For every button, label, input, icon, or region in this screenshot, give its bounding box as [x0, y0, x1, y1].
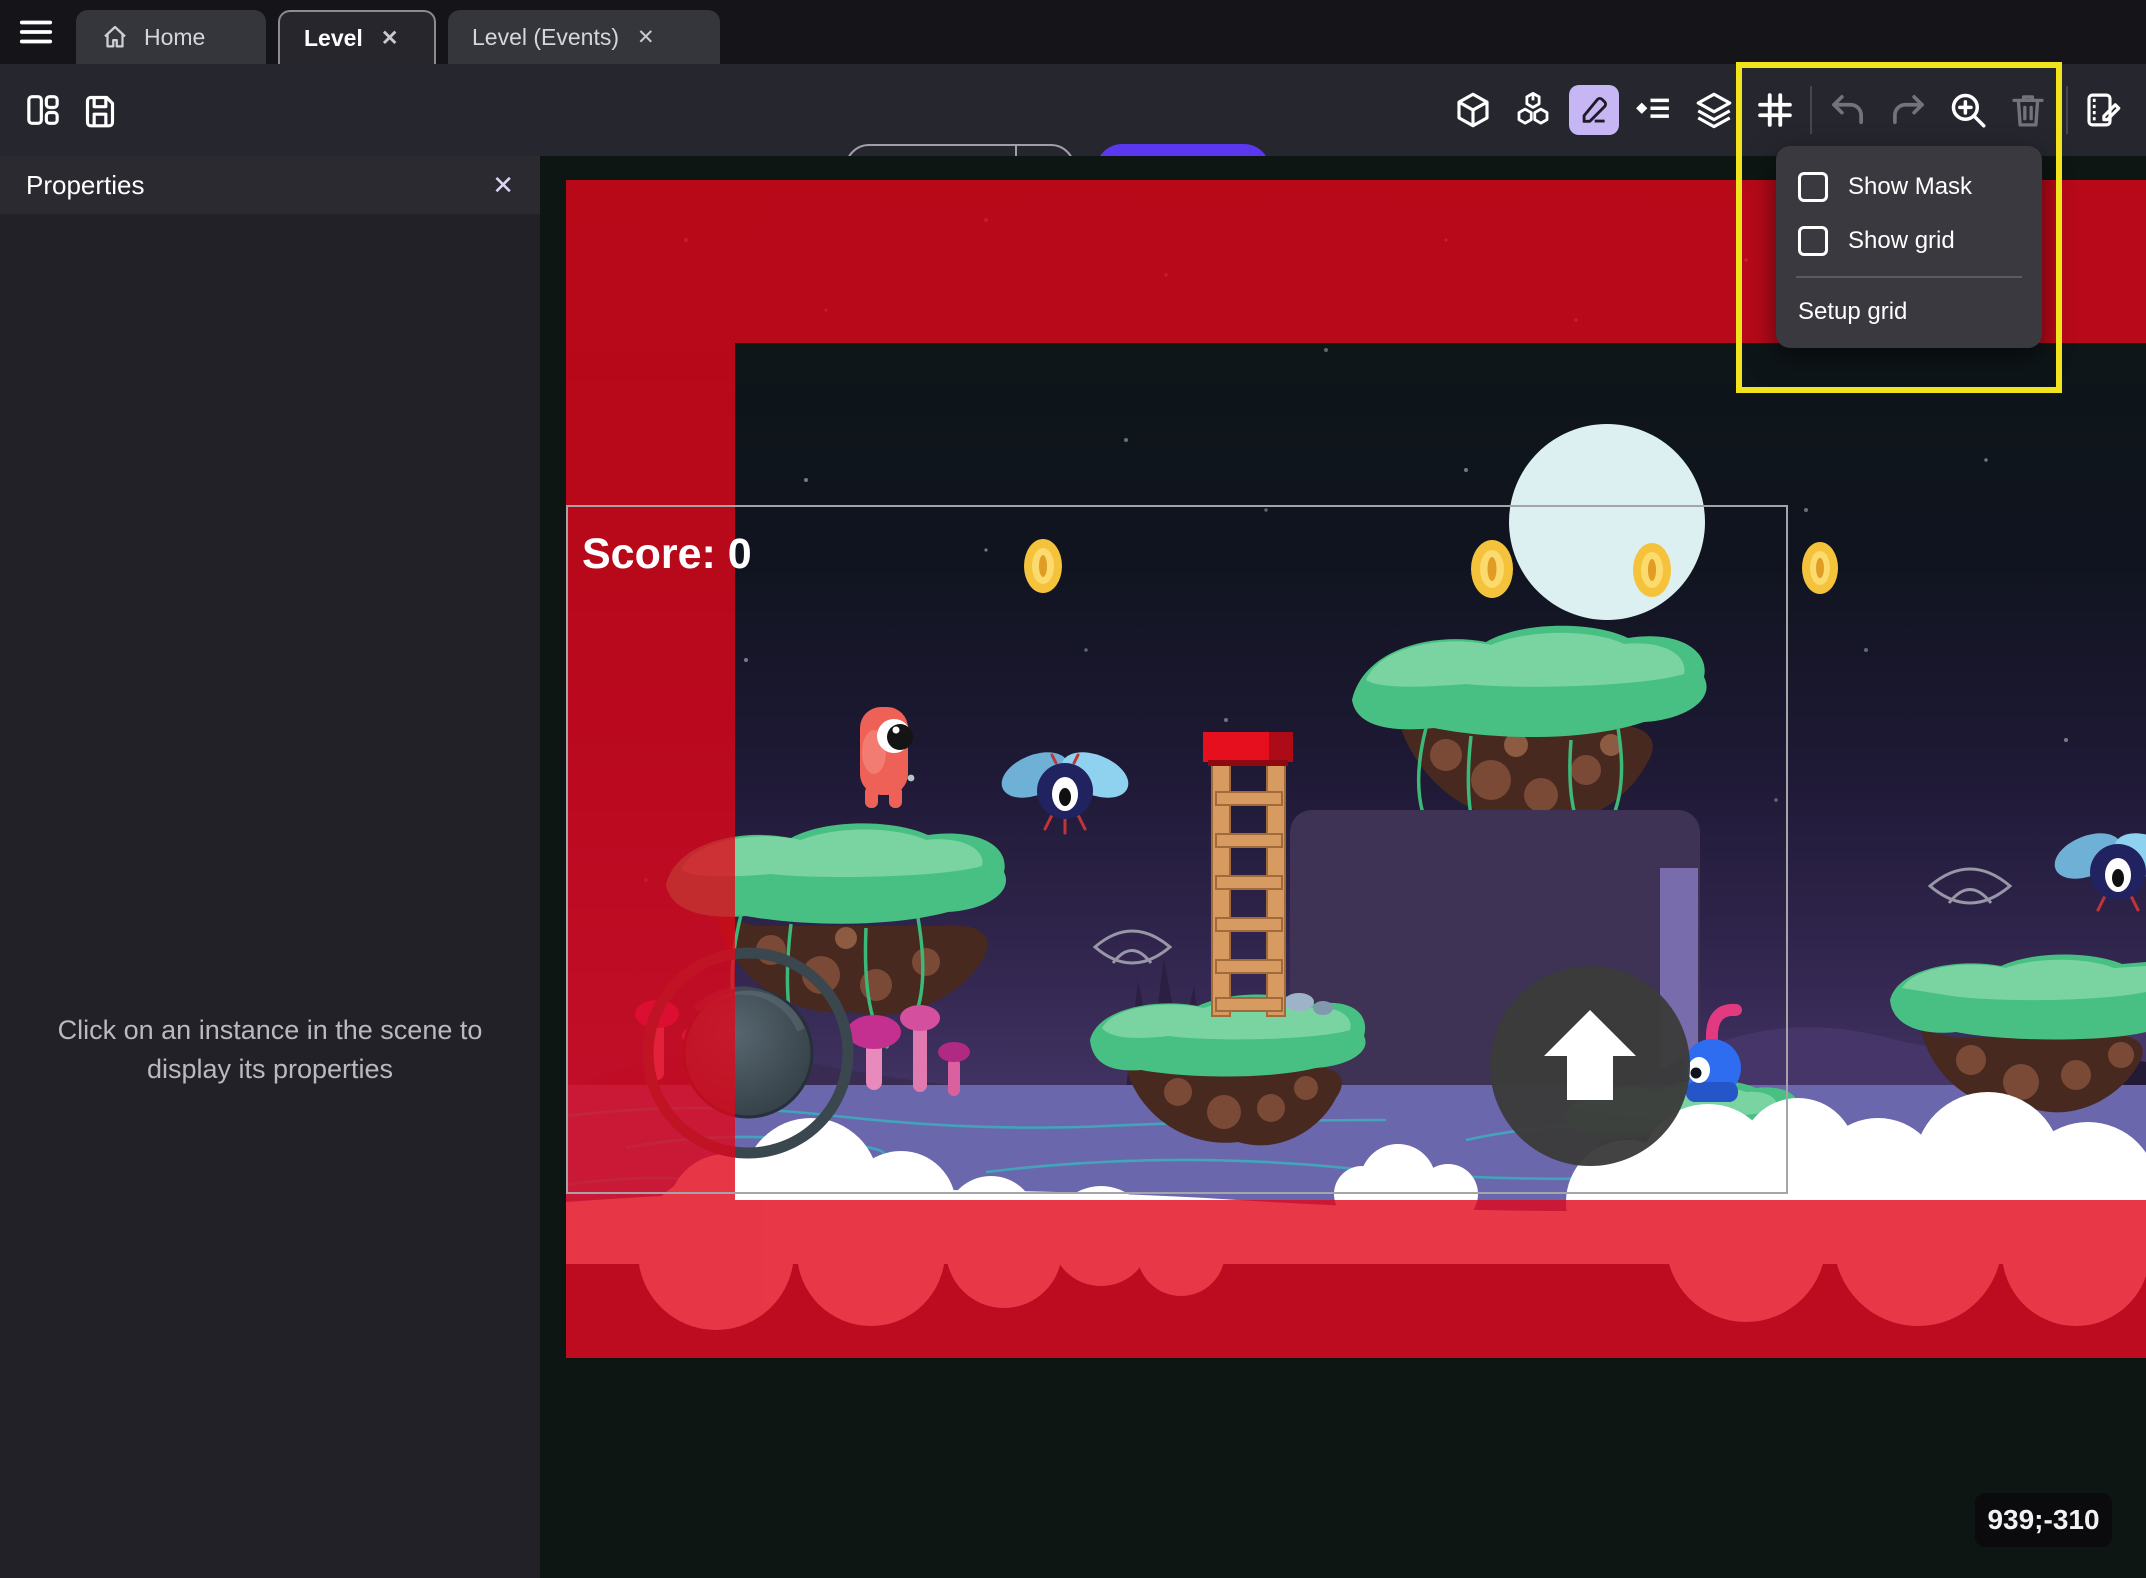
undo-button[interactable] — [1825, 87, 1871, 133]
main-menu-button[interactable] — [14, 12, 58, 52]
show-grid-label: Show grid — [1848, 227, 1955, 255]
game-scene[interactable]: Score: 0 — [566, 180, 2146, 1358]
tab-bar: Home Level ✕ Level (Events) ✕ — [0, 0, 2146, 64]
tab-level-events-label: Level (Events) — [472, 24, 619, 51]
zoom-in-icon — [1947, 89, 1989, 131]
properties-panel: Properties ✕ Click on an instance in the… — [0, 156, 540, 1578]
tab-level-events[interactable]: Level (Events) ✕ — [448, 10, 720, 64]
redo-button[interactable] — [1885, 87, 1931, 133]
layers-icon — [1693, 89, 1735, 131]
tab-home[interactable]: Home — [76, 10, 266, 64]
toggle-panels-button[interactable] — [20, 87, 66, 133]
tab-home-label: Home — [144, 24, 205, 51]
show-mask-checkbox[interactable] — [1798, 172, 1828, 202]
properties-empty-hint: Click on an instance in the scene to dis… — [40, 1011, 500, 1089]
object-3d-button[interactable] — [1450, 87, 1496, 133]
properties-close-icon[interactable]: ✕ — [492, 170, 514, 201]
toolbar-separator — [1810, 86, 1812, 134]
panels-icon — [23, 90, 63, 130]
pencil-icon — [1577, 93, 1611, 127]
edit-scene-events-button[interactable] — [2080, 87, 2126, 133]
tab-level-close-icon[interactable]: ✕ — [381, 26, 399, 51]
instance-list-icon — [1633, 89, 1675, 131]
toolbar-separator — [2066, 86, 2068, 134]
properties-panel-title: Properties — [26, 170, 145, 201]
score-hud-text: Score: 0 — [582, 530, 752, 578]
edit-tool-button[interactable] — [1569, 85, 1619, 135]
grid-options-menu: Show Mask Show grid Setup grid — [1776, 146, 2042, 348]
menu-item-show-mask[interactable]: Show Mask — [1776, 160, 2042, 214]
cursor-coordinates-badge: 939;-310 — [1975, 1493, 2112, 1547]
moon — [1509, 424, 1705, 620]
trash-icon — [2007, 89, 2049, 131]
home-icon — [100, 22, 130, 52]
save-icon — [80, 90, 120, 130]
toolbar: Preview Publish — [0, 64, 2146, 156]
show-mask-label: Show Mask — [1848, 173, 1972, 201]
menu-item-show-grid[interactable]: Show grid — [1776, 214, 2042, 268]
menu-item-setup-grid[interactable]: Setup grid — [1776, 286, 2042, 338]
tab-level[interactable]: Level ✕ — [278, 10, 436, 64]
instances-list-button[interactable] — [1631, 87, 1677, 133]
menu-divider — [1796, 276, 2022, 278]
hamburger-icon — [17, 13, 55, 51]
layers-button[interactable] — [1691, 87, 1737, 133]
jump-button — [1490, 966, 1690, 1166]
app-window: Home Level ✕ Level (Events) ✕ Preview — [0, 0, 2146, 1578]
cube-3d-icon — [1452, 89, 1494, 131]
redo-icon — [1887, 89, 1929, 131]
tab-level-events-close-icon[interactable]: ✕ — [637, 25, 655, 50]
undo-icon — [1827, 89, 1869, 131]
show-grid-checkbox[interactable] — [1798, 226, 1828, 256]
save-button[interactable] — [77, 87, 123, 133]
objects-list-button[interactable] — [1510, 87, 1556, 133]
delete-button[interactable] — [2005, 87, 2051, 133]
zoom-in-button[interactable] — [1945, 87, 1991, 133]
stacked-cubes-icon — [1512, 89, 1554, 131]
grid-icon — [1754, 89, 1796, 131]
notebook-edit-icon — [2082, 89, 2124, 131]
properties-panel-header: Properties ✕ — [0, 156, 540, 214]
tab-level-label: Level — [304, 25, 363, 52]
grid-options-button[interactable] — [1752, 87, 1798, 133]
